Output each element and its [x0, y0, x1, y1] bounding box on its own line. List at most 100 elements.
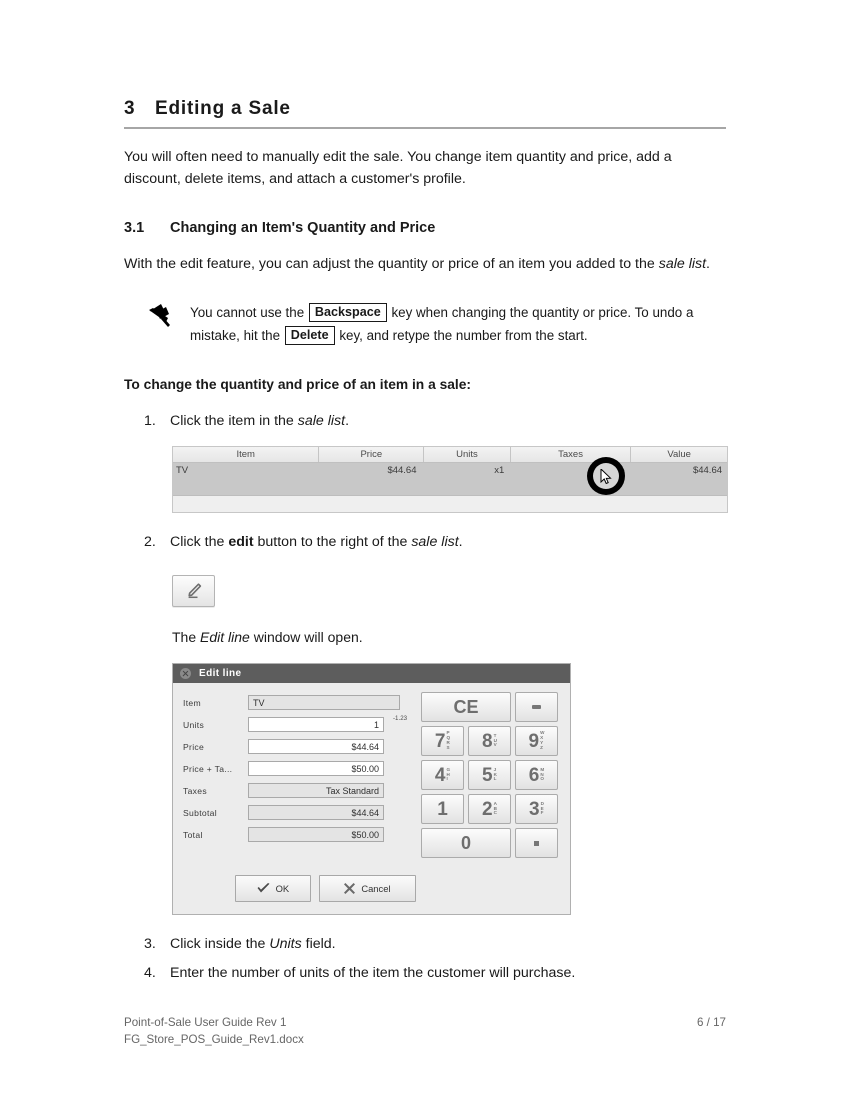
keycap-backspace: Backspace — [308, 303, 387, 322]
edit-line-dialog: Edit line Item TV Units 1 -1.23 Price $4… — [172, 663, 571, 915]
step-1-after: . — [345, 413, 350, 429]
heading-rule — [124, 127, 726, 129]
key-2[interactable]: 2ABC — [468, 794, 511, 824]
field-item: TV — [248, 695, 400, 710]
key-4-letters: GHI — [446, 766, 451, 782]
page-content: 3 Editing a Sale You will often need to … — [124, 98, 728, 984]
label-units: Units — [183, 719, 205, 730]
step-3-after: field. — [301, 936, 336, 952]
section-number: 3.1 — [124, 220, 145, 236]
key-decimal[interactable] — [515, 828, 558, 858]
section-title: Changing an Item's Quantity and Price — [170, 220, 436, 236]
field-row-taxes: Taxes Tax Standard — [183, 780, 416, 801]
key-1[interactable]: 1 — [421, 794, 464, 824]
key-4[interactable]: 4GHI — [421, 760, 464, 790]
step-1-number: 1. — [144, 413, 156, 429]
footer-guide-title: Point-of-Sale User Guide Rev 1 — [124, 1016, 287, 1029]
step-1-before: Click the item in the — [170, 413, 298, 429]
section-intro: With the edit feature, you can adjust th… — [124, 253, 724, 275]
numeric-keypad: CE 7PQRS 8TUV 9WXYZ 4GHI 5JKL 6MNO 1 2 A… — [416, 692, 564, 914]
step-1-italic: sale list — [297, 413, 346, 429]
key-9-letters: WXYZ — [540, 730, 545, 750]
field-row-subtotal: Subtotal $44.64 — [183, 802, 416, 823]
label-price-plus-tax: Price + Ta... — [183, 763, 233, 774]
label-price: Price — [183, 741, 205, 752]
note-text-1: You cannot use the — [190, 305, 308, 320]
cell-price: $44.64 — [387, 465, 417, 476]
section-intro-italic: sale list — [658, 256, 707, 272]
step-2-bold: edit — [228, 534, 254, 550]
keypad-row-1: CE — [421, 692, 564, 722]
key-0[interactable]: 0 — [421, 828, 511, 858]
keycap-delete: Delete — [284, 326, 335, 345]
key-6[interactable]: 6MNO — [515, 760, 558, 790]
sale-list-header-row: Item Price Units Taxes Value — [173, 447, 727, 463]
table-row[interactable]: TV $44.64 x1 12% $44.64 — [173, 463, 727, 496]
edit-window-caption: The Edit line window will open. — [172, 629, 726, 645]
key-4-digit: 4 — [434, 764, 446, 786]
cursor-inner — [593, 463, 619, 489]
keypad-row-5: 0 — [421, 828, 564, 858]
key-8-letters: TUV — [493, 732, 497, 748]
footer-left: Point-of-Sale User Guide Rev 1 FG_Store_… — [124, 1014, 304, 1048]
chapter-number: 3 — [124, 98, 135, 119]
cancel-button[interactable]: Cancel — [318, 875, 416, 902]
field-row-units: Units 1 -1.23 — [183, 714, 416, 735]
step-2-italic: sale list — [411, 534, 459, 550]
key-minus[interactable] — [515, 692, 558, 722]
ok-button[interactable]: OK — [235, 875, 311, 902]
note-callout: You cannot use the Backspace key when ch… — [124, 301, 726, 347]
caption-after: window will open. — [249, 629, 363, 645]
field-price-plus-tax[interactable]: $50.00 — [248, 761, 384, 776]
keypad-row-2: 7PQRS 8TUV 9WXYZ — [421, 726, 564, 756]
cancel-button-label: Cancel — [361, 883, 391, 894]
section-intro-text-after: . — [706, 256, 710, 272]
note-text: You cannot use the Backspace key when ch… — [190, 301, 700, 347]
label-subtotal: Subtotal — [183, 807, 217, 818]
key-6-letters: MNO — [540, 766, 545, 782]
footer-page-number: 6 / 17 — [696, 1016, 726, 1029]
column-header-units: Units — [424, 447, 511, 462]
keypad-row-4: 1 2ABC 3DEF — [421, 794, 564, 824]
field-total: $50.00 — [248, 827, 384, 842]
dialog-form: Item TV Units 1 -1.23 Price $44.64 Price… — [173, 692, 416, 914]
key-8[interactable]: 8TUV — [468, 726, 511, 756]
procedure-lead: To change the quantity and price of an i… — [124, 377, 472, 392]
key-5[interactable]: 5JKL — [468, 760, 511, 790]
dialog-title-bar: Edit line — [173, 664, 570, 683]
key-3[interactable]: 3DEF — [515, 794, 558, 824]
key-9[interactable]: 9WXYZ — [515, 726, 558, 756]
step-1-text: Click the item in the sale list. — [170, 410, 726, 432]
key-1-digit: 1 — [437, 798, 448, 820]
key-8-digit: 8 — [482, 730, 493, 752]
field-subtotal: $44.64 — [248, 805, 384, 820]
field-units[interactable]: 1 — [248, 717, 384, 732]
key-5-letters: JKL — [493, 766, 497, 782]
dialog-title: Edit line — [199, 668, 242, 679]
key-5-digit: 5 — [482, 764, 493, 786]
footer-filename: FG_Store_POS_Guide_Rev1.docx — [124, 1033, 304, 1046]
field-price[interactable]: $44.64 — [248, 739, 384, 754]
pencil-icon — [187, 583, 201, 599]
section-heading: 3.1 Changing an Item's Quantity and Pric… — [124, 220, 726, 236]
field-row-price: Price $44.64 — [183, 736, 416, 757]
key-3-letters: DEF — [540, 800, 544, 816]
close-icon[interactable] — [180, 668, 191, 679]
note-text-3: key, and retype the number from the star… — [335, 328, 588, 343]
step-4: 4. Enter the number of units of the item… — [124, 962, 726, 984]
key-7-letters: PQRS — [446, 730, 451, 750]
field-row-price-plus-tax: Price + Ta... $50.00 — [183, 758, 416, 779]
pushpin-icon — [149, 304, 170, 327]
label-item: Item — [183, 697, 201, 708]
cell-item: TV — [176, 465, 189, 476]
edit-button[interactable] — [172, 575, 215, 607]
ok-button-label: OK — [275, 883, 290, 894]
mouse-cursor-highlight — [587, 457, 625, 495]
step-2: 2. Click the edit button to the right of… — [124, 531, 726, 553]
page-footer: Point-of-Sale User Guide Rev 1 FG_Store_… — [124, 1014, 726, 1048]
section-intro-text-before: With the edit feature, you can adjust th… — [124, 256, 659, 272]
step-4-text: Enter the number of units of the item th… — [170, 962, 726, 984]
key-clear-entry[interactable]: CE — [421, 692, 511, 722]
key-7[interactable]: 7PQRS — [421, 726, 464, 756]
field-row-item: Item TV — [183, 692, 416, 713]
